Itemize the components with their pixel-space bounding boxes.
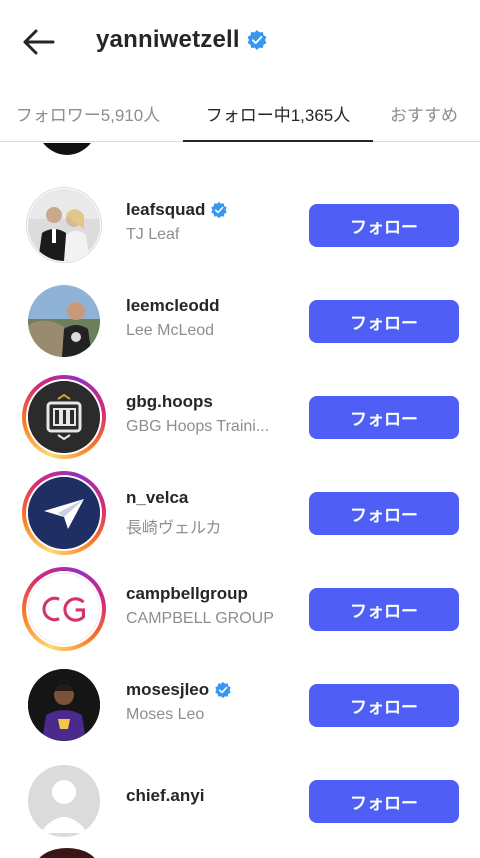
list-item[interactable]: campbellgroup CAMPBELL GROUP フォロー bbox=[0, 560, 480, 656]
profile-title: yanniwetzell bbox=[96, 26, 268, 54]
list-item[interactable]: leemcleodd Lee McLeod フォロー bbox=[0, 272, 480, 368]
username[interactable]: leemcleodd bbox=[126, 296, 220, 316]
tab-followers[interactable]: フォロワー5,910人 bbox=[0, 84, 176, 142]
active-tab-indicator bbox=[183, 140, 373, 142]
profile-photo bbox=[28, 285, 100, 357]
username[interactable]: n_velca bbox=[126, 488, 188, 508]
username[interactable]: gbg.hoops bbox=[126, 392, 213, 412]
avatar[interactable] bbox=[22, 279, 106, 363]
user-names: leafsquad TJ Leaf bbox=[126, 200, 296, 244]
partial-avatar-top bbox=[35, 143, 99, 155]
user-names: gbg.hoops GBG Hoops Traini... bbox=[126, 392, 296, 436]
user-names: leemcleodd Lee McLeod bbox=[126, 296, 296, 340]
follow-button[interactable]: フォロー bbox=[309, 300, 459, 343]
list-item[interactable]: chief.anyi フォロー bbox=[0, 752, 480, 848]
user-names: campbellgroup CAMPBELL GROUP bbox=[126, 584, 296, 628]
follow-button[interactable]: フォロー bbox=[309, 588, 459, 631]
avatar[interactable] bbox=[22, 663, 106, 747]
profile-photo bbox=[28, 189, 100, 261]
velca-logo bbox=[28, 477, 100, 549]
profile-photo bbox=[28, 669, 100, 741]
username[interactable]: chief.anyi bbox=[126, 786, 204, 806]
default-avatar-icon bbox=[28, 765, 100, 837]
follow-button[interactable]: フォロー bbox=[309, 684, 459, 727]
tab-suggested[interactable]: おすすめ bbox=[380, 84, 480, 142]
verified-badge-icon bbox=[211, 201, 228, 219]
partial-avatar-bottom bbox=[35, 848, 99, 858]
gbg-logo bbox=[28, 381, 100, 453]
user-names: n_velca 長崎ヴェルカ bbox=[126, 488, 296, 538]
verified-badge-icon bbox=[247, 30, 267, 50]
user-names: chief.anyi bbox=[126, 786, 296, 806]
verified-badge-icon bbox=[215, 681, 231, 699]
list-item[interactable]: n_velca 長崎ヴェルカ フォロー bbox=[0, 464, 480, 560]
follow-button[interactable]: フォロー bbox=[309, 204, 459, 247]
follow-button[interactable]: フォロー bbox=[309, 396, 459, 439]
full-name: CAMPBELL GROUP bbox=[126, 610, 274, 627]
campbell-logo bbox=[29, 574, 99, 644]
follow-button[interactable]: フォロー bbox=[309, 492, 459, 535]
back-button[interactable] bbox=[18, 24, 58, 60]
avatar[interactable] bbox=[22, 183, 106, 267]
following-list[interactable]: leafsquad TJ Leaf フォロー leemcleodd Lee Mc… bbox=[0, 143, 480, 858]
username[interactable]: mosesjleo bbox=[126, 680, 209, 700]
full-name: TJ Leaf bbox=[126, 226, 180, 243]
avatar-story-ring[interactable] bbox=[22, 567, 106, 651]
avatar[interactable] bbox=[22, 759, 106, 843]
follow-button[interactable]: フォロー bbox=[309, 780, 459, 823]
list-item[interactable]: gbg.hoops GBG Hoops Traini... フォロー bbox=[0, 368, 480, 464]
header-bar: yanniwetzell bbox=[0, 0, 480, 84]
username[interactable]: campbellgroup bbox=[126, 584, 248, 604]
tab-following[interactable]: フォロー中1,365人 bbox=[183, 84, 373, 142]
list-item[interactable]: mosesjleo Moses Leo フォロー bbox=[0, 656, 480, 752]
avatar-story-ring[interactable] bbox=[22, 375, 106, 459]
follow-tabs: フォロワー5,910人 フォロー中1,365人 おすすめ bbox=[0, 84, 480, 142]
full-name: Lee McLeod bbox=[126, 322, 215, 339]
avatar-story-ring[interactable] bbox=[22, 471, 106, 555]
full-name: GBG Hoops Traini... bbox=[126, 418, 270, 435]
arrow-left-icon bbox=[23, 29, 55, 55]
full-name: Moses Leo bbox=[126, 706, 205, 723]
username[interactable]: leafsquad bbox=[126, 200, 205, 220]
full-name: 長崎ヴェルカ bbox=[126, 520, 222, 537]
list-item[interactable]: leafsquad TJ Leaf フォロー bbox=[0, 176, 480, 272]
user-names: mosesjleo Moses Leo bbox=[126, 680, 296, 724]
page-title: yanniwetzell bbox=[96, 26, 240, 53]
